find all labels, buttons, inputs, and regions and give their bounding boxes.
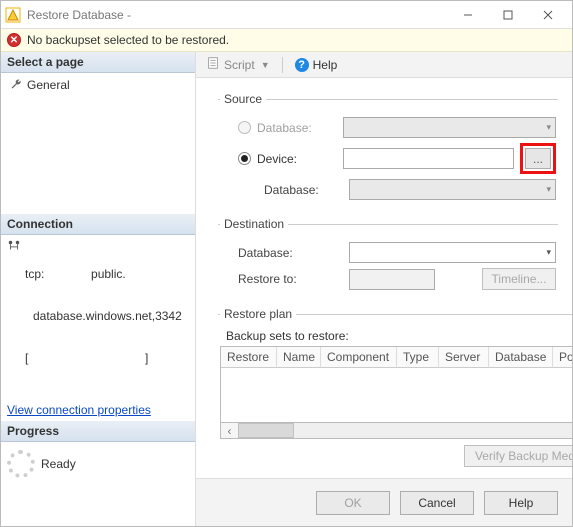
destination-legend: Destination <box>220 217 288 231</box>
destination-group: Destination Database: ▾ Restore to: Time… <box>218 217 558 297</box>
titlebar: Restore Database - <box>1 1 572 29</box>
connection-info: tcp: public. database.windows.net,3342 [… <box>1 235 195 421</box>
restore-plan-group: Restore plan Backup sets to restore: Res… <box>218 307 572 468</box>
conn-line1: tcp: public. <box>25 267 182 281</box>
close-button[interactable] <box>528 2 568 28</box>
minimize-button[interactable] <box>448 2 488 28</box>
col-type[interactable]: Type <box>397 347 439 368</box>
source-group: Source Database: ▾ Device: ... <box>218 92 558 207</box>
progress-spinner-icon <box>7 450 35 478</box>
source-database-combo: ▾ <box>343 117 556 138</box>
help-button[interactable]: ? Help <box>291 56 342 74</box>
source-device-radio[interactable] <box>238 152 251 165</box>
right-panel: Script ▼ ? Help Source Database: <box>196 52 572 526</box>
progress-header: Progress <box>1 421 195 442</box>
col-position[interactable]: Positi <box>553 347 572 368</box>
progress-status: Ready <box>41 457 76 471</box>
source-subdatabase-combo[interactable]: ▾ <box>349 179 556 200</box>
nav-general[interactable]: General <box>7 76 189 94</box>
script-icon <box>206 56 220 73</box>
cancel-button[interactable]: Cancel <box>400 491 474 515</box>
help-footer-button[interactable]: Help <box>484 491 558 515</box>
source-legend: Source <box>220 92 266 106</box>
table-header: Restore Name Component Type Server Datab… <box>221 347 572 368</box>
cancel-label: Cancel <box>418 496 455 510</box>
scroll-thumb[interactable] <box>238 423 294 438</box>
maximize-button[interactable] <box>488 2 528 28</box>
chevron-down-icon: ▾ <box>546 122 551 133</box>
tutorial-highlight: ... <box>520 143 556 174</box>
verify-label: Verify Backup Media <box>475 449 572 463</box>
error-icon: ✕ <box>7 33 21 47</box>
verify-backup-media-button: Verify Backup Media <box>464 445 572 467</box>
backup-sets-subtitle: Backup sets to restore: <box>226 329 572 343</box>
connection-header: Connection <box>1 214 195 235</box>
conn-line3: [ ] <box>25 351 182 365</box>
source-device-label: Device: <box>257 152 343 166</box>
device-path-input[interactable] <box>343 148 514 169</box>
view-connection-properties-link[interactable]: View connection properties <box>7 403 151 417</box>
chevron-down-icon: ▾ <box>546 184 551 195</box>
ok-label: OK <box>344 496 361 510</box>
col-database[interactable]: Database <box>489 347 553 368</box>
help-icon: ? <box>295 58 309 72</box>
destination-database-combo[interactable]: ▾ <box>349 242 556 263</box>
restore-database-dialog: Restore Database - ✕ No backupset select… <box>0 0 573 527</box>
source-database-label: Database: <box>257 121 343 135</box>
restore-to-input <box>349 269 435 290</box>
source-database-radio <box>238 121 251 134</box>
conn-line2: database.windows.net,3342 <box>33 309 182 323</box>
app-icon <box>5 7 21 23</box>
col-restore[interactable]: Restore <box>221 347 277 368</box>
alert-bar: ✕ No backupset selected to be restored. <box>1 29 572 52</box>
chevron-down-icon: ▾ <box>546 247 551 258</box>
dialog-footer: OK Cancel Help <box>196 478 572 526</box>
toolbar: Script ▼ ? Help <box>196 52 572 78</box>
script-button[interactable]: Script ▼ <box>202 54 274 75</box>
window-title: Restore Database - <box>27 8 448 22</box>
source-subdatabase-label: Database: <box>220 183 325 197</box>
ellipsis-icon: ... <box>533 152 543 166</box>
nav-general-label: General <box>27 78 70 92</box>
destination-database-label: Database: <box>220 246 325 260</box>
table-body-empty <box>221 368 572 422</box>
timeline-label: Timeline... <box>492 272 547 286</box>
restore-plan-legend: Restore plan <box>220 307 296 321</box>
help-footer-label: Help <box>509 496 534 510</box>
server-icon <box>7 239 21 393</box>
select-page-header: Select a page <box>1 52 195 73</box>
help-label: Help <box>313 58 338 72</box>
left-panel: Select a page General Connection tcp <box>1 52 196 526</box>
backup-sets-table: Restore Name Component Type Server Datab… <box>220 346 572 423</box>
window-buttons <box>448 2 568 28</box>
restore-to-label: Restore to: <box>220 272 325 286</box>
wrench-icon <box>9 78 23 92</box>
col-server[interactable]: Server <box>439 347 489 368</box>
browse-device-button[interactable]: ... <box>525 148 551 169</box>
alert-text: No backupset selected to be restored. <box>27 33 229 47</box>
timeline-button: Timeline... <box>482 268 556 290</box>
chevron-down-icon: ▼ <box>261 60 270 70</box>
scroll-track[interactable] <box>238 423 572 438</box>
col-name[interactable]: Name <box>277 347 321 368</box>
scroll-left-button[interactable]: ‹ <box>221 423 238 438</box>
horizontal-scrollbar[interactable]: ‹ › <box>220 423 572 439</box>
ok-button: OK <box>316 491 390 515</box>
col-component[interactable]: Component <box>321 347 397 368</box>
script-label: Script <box>224 58 255 72</box>
toolbar-separator <box>282 57 283 73</box>
